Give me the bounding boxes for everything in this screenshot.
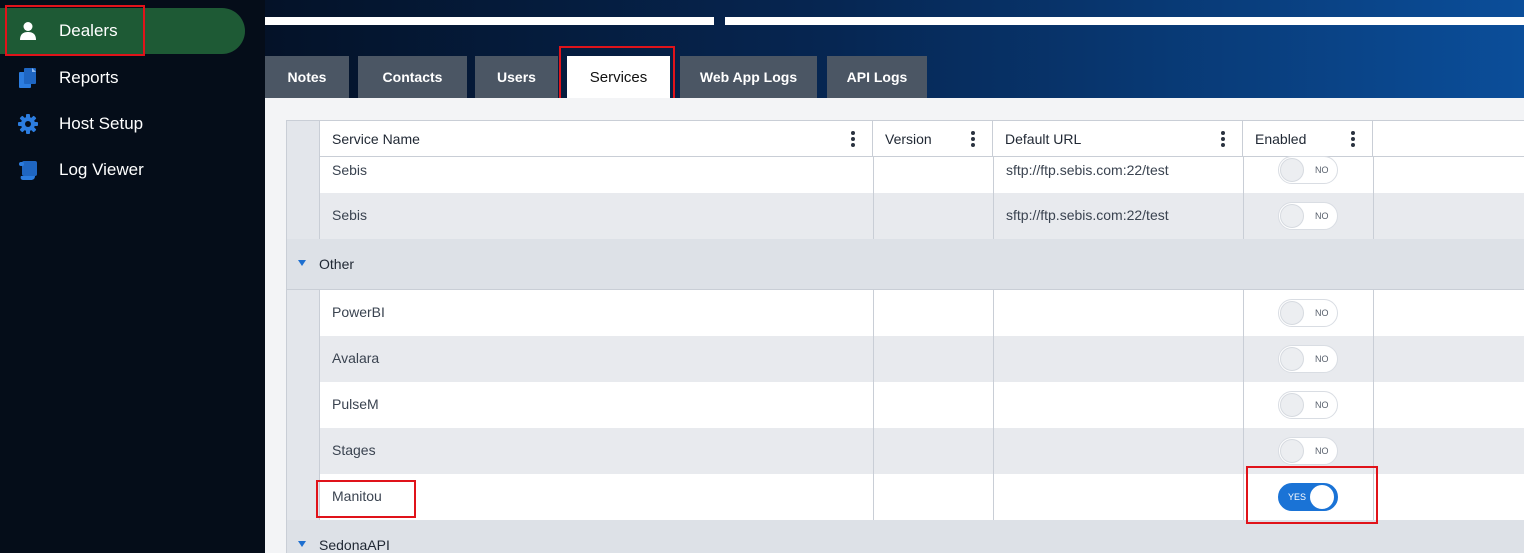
sidebar-item-host-setup[interactable]: Host Setup (0, 101, 245, 147)
services-tab-highlight-box (559, 46, 675, 105)
dealers-highlight-box (5, 5, 145, 56)
enabled-toggle[interactable]: NO (1278, 345, 1338, 373)
table-row[interactable]: Sebis sftp://ftp.sebis.com:22/test NO (320, 156, 1524, 193)
grid-header-gutter (287, 121, 320, 157)
service-name-cell: PulseM (332, 396, 379, 412)
scroll-icon (19, 161, 37, 180)
service-name-cell: Sebis (332, 207, 368, 223)
tab-contacts[interactable]: Contacts (358, 56, 467, 98)
enabled-toggle[interactable]: NO (1278, 391, 1338, 419)
toggle-knob (1280, 347, 1304, 371)
group-gutter (287, 157, 320, 239)
toggle-state-label: NO (1315, 165, 1329, 175)
default-url-cell: sftp://ftp.sebis.com:22/test (1006, 207, 1169, 223)
collapse-caret-icon[interactable] (298, 260, 306, 266)
column-header-label: Enabled (1255, 131, 1307, 147)
tab-api-logs[interactable]: API Logs (827, 56, 927, 98)
enabled-toggle[interactable]: NO (1278, 156, 1338, 184)
manitou-toggle-highlight-box (1246, 466, 1378, 524)
column-header-version[interactable]: Version (873, 121, 993, 157)
grid-header-row: Service Name Version Default URL Enabled (287, 120, 1524, 157)
column-header-enabled[interactable]: Enabled (1243, 121, 1373, 157)
tab-web-app-logs[interactable]: Web App Logs (680, 56, 817, 98)
enabled-toggle[interactable]: NO (1278, 437, 1338, 465)
column-header-label: Default URL (1005, 131, 1082, 147)
toggle-state-label: NO (1315, 308, 1329, 318)
gear-icon (18, 114, 38, 134)
documents-icon (19, 68, 36, 88)
column-header-service-name[interactable]: Service Name (320, 121, 873, 157)
toggle-state-label: NO (1315, 211, 1329, 221)
column-menu-icon[interactable] (1221, 131, 1225, 147)
group-label: SedonaAPI (319, 537, 390, 553)
enabled-toggle[interactable]: NO (1278, 299, 1338, 327)
sidebar-item-log-viewer[interactable]: Log Viewer (0, 147, 245, 193)
toggle-knob (1280, 158, 1304, 182)
toggle-knob (1280, 439, 1304, 463)
table-row[interactable]: Sebis sftp://ftp.sebis.com:22/test NO (320, 193, 1524, 239)
collapse-caret-icon[interactable] (298, 541, 306, 547)
group-row-other[interactable]: Other (287, 239, 1524, 290)
enabled-toggle[interactable]: NO (1278, 202, 1338, 230)
sidebar-item-label: Log Viewer (59, 160, 144, 179)
toggle-knob (1280, 301, 1304, 325)
manitou-highlight-box (316, 480, 416, 518)
default-url-cell: sftp://ftp.sebis.com:22/test (1006, 162, 1169, 178)
service-name-cell: Stages (332, 442, 376, 458)
column-header-label: Version (885, 131, 932, 147)
column-header-label: Service Name (332, 131, 420, 147)
group-label: Other (319, 256, 355, 272)
toggle-state-label: NO (1315, 400, 1329, 410)
tab-users[interactable]: Users (475, 56, 558, 98)
toggle-state-label: NO (1315, 446, 1329, 456)
table-row[interactable]: PulseM NO (320, 382, 1524, 428)
table-row[interactable]: Avalara NO (320, 336, 1524, 382)
toggle-knob (1280, 204, 1304, 228)
table-row[interactable]: PowerBI NO (320, 290, 1524, 336)
column-header-default-url[interactable]: Default URL (993, 121, 1243, 157)
sidebar-item-reports[interactable]: Reports (0, 55, 245, 101)
column-menu-icon[interactable] (1351, 131, 1355, 147)
service-name-cell: PowerBI (332, 304, 385, 320)
sidebar-item-label: Reports (59, 68, 119, 87)
group-row-sedonaapi[interactable]: SedonaAPI (287, 520, 1524, 553)
service-name-cell: Avalara (332, 350, 380, 366)
tab-notes[interactable]: Notes (265, 56, 349, 98)
toggle-state-label: NO (1315, 354, 1329, 364)
header-title-bar (265, 17, 714, 25)
service-name-cell: Sebis (332, 162, 368, 178)
sidebar-item-label: Host Setup (59, 114, 144, 133)
toggle-knob (1280, 393, 1304, 417)
header-subtitle-bar (725, 17, 1524, 25)
column-menu-icon[interactable] (851, 131, 855, 147)
column-menu-icon[interactable] (971, 131, 975, 147)
sidebar: Dealers Reports Host Setup Log Viewer (0, 0, 265, 553)
